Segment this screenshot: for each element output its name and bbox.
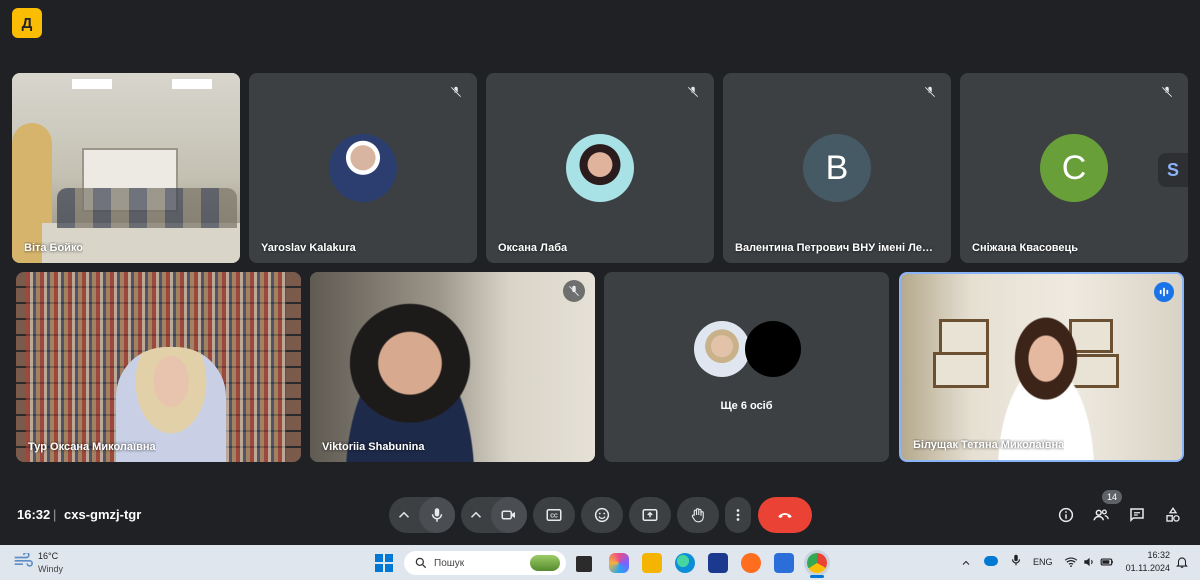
participant-name: Сніжана Квасовець	[972, 242, 1079, 254]
wifi-icon[interactable]	[1064, 555, 1078, 574]
present-button[interactable]	[629, 497, 671, 533]
mic-tray-icon[interactable]	[1009, 553, 1023, 572]
end-call-button[interactable]	[758, 497, 812, 533]
participant-name: Viktoriia Shabunina	[322, 441, 425, 453]
mic-icon[interactable]	[419, 497, 455, 533]
copilot-icon[interactable]	[609, 553, 629, 573]
meeting-info-button[interactable]	[1056, 505, 1076, 525]
participant-name: Yaroslav Kalakura	[261, 242, 356, 254]
chevron-up-icon[interactable]	[461, 506, 491, 524]
audio-control-group	[389, 497, 455, 533]
participant-name: Білущак Тетяна Миколаївна	[913, 439, 1065, 451]
video-control-group	[461, 497, 527, 533]
store-icon[interactable]	[774, 553, 794, 573]
chat-button[interactable]	[1127, 505, 1147, 525]
people-button[interactable]	[1091, 505, 1111, 525]
volume-icon[interactable]	[1082, 555, 1096, 574]
participant-tile-speaking[interactable]: Білущак Тетяна Миколаївна	[899, 272, 1184, 462]
activities-icon	[1166, 507, 1180, 522]
app-icon[interactable]	[708, 553, 728, 573]
participant-name: Віта Бойко	[24, 242, 84, 254]
participant-name: Валентина Петрович ВНУ імені Лесі У...	[735, 242, 935, 254]
participant-photo	[566, 134, 634, 202]
svg-text:CC: CC	[550, 514, 558, 520]
participant-avatar-letter: B	[803, 134, 871, 202]
mic-off-icon	[445, 81, 467, 103]
onedrive-icon[interactable]	[984, 556, 998, 566]
chat-icon	[1130, 508, 1144, 523]
others-label: Ще 6 осіб	[720, 400, 773, 412]
raise-hand-button[interactable]	[677, 497, 719, 533]
end-call-icon	[778, 513, 792, 518]
chevron-up-icon[interactable]	[960, 556, 972, 574]
participant-photo	[694, 321, 750, 377]
file-explorer-icon[interactable]	[642, 553, 662, 573]
meeting-time: 16:32	[17, 507, 51, 522]
mic-off-icon	[563, 280, 585, 302]
info-icon	[1058, 507, 1074, 523]
mic-off-icon	[682, 81, 704, 103]
participant-photo	[745, 321, 801, 377]
people-count-badge: 14	[1102, 490, 1122, 504]
camera-icon[interactable]	[491, 497, 527, 533]
side-panel-toggle-icon[interactable]: S	[1158, 153, 1188, 187]
edge-icon[interactable]	[675, 553, 695, 573]
weather-desc: Windy	[38, 564, 64, 574]
chevron-up-icon[interactable]	[389, 506, 419, 524]
people-group	[57, 188, 237, 228]
participant-photo	[329, 134, 397, 202]
ceiling-light	[72, 79, 112, 89]
battery-icon[interactable]	[1100, 555, 1114, 574]
browser-icon[interactable]	[741, 553, 761, 573]
ceiling-light	[172, 79, 212, 89]
participant-tile[interactable]: Тур Оксана Миколаївна	[16, 272, 301, 462]
reactions-button[interactable]	[581, 497, 623, 533]
emoji-icon	[594, 507, 610, 523]
weather-temp: 16°C	[38, 551, 59, 561]
meeting-code: cxs-gmzj-tgr	[64, 507, 142, 522]
more-icon	[736, 509, 740, 521]
participant-tile[interactable]: Viktoriia Shabunina	[310, 272, 595, 462]
task-view-icon[interactable]	[576, 556, 592, 572]
captions-button[interactable]: CC	[533, 497, 575, 533]
clock-time[interactable]: 16:32	[1130, 550, 1170, 560]
app-logo: Д	[12, 8, 42, 38]
raise-hand-icon	[691, 508, 704, 523]
people-icon	[1093, 509, 1109, 521]
participant-tile[interactable]: Yaroslav Kalakura	[249, 73, 477, 263]
notification-bell-icon[interactable]	[1175, 555, 1189, 574]
taskbar-search[interactable]: Пошук	[404, 551, 566, 575]
language-indicator[interactable]: ENG	[1033, 557, 1053, 567]
mic-off-icon	[1156, 81, 1178, 103]
present-icon	[642, 509, 658, 521]
participant-tile[interactable]: Віта Бойко	[12, 73, 240, 263]
person-silhouette	[966, 294, 1126, 460]
clock-date[interactable]: 01.11.2024	[1120, 563, 1170, 573]
speaking-indicator-icon	[1154, 282, 1174, 302]
search-icon	[415, 557, 427, 569]
participant-tile[interactable]: Оксана Лаба	[486, 73, 714, 263]
person-silhouette	[310, 272, 510, 462]
search-highlight-icon	[530, 555, 560, 571]
participant-avatar-letter: C	[1040, 134, 1108, 202]
weather-icon[interactable]	[13, 551, 33, 567]
more-options-button[interactable]	[725, 497, 751, 533]
windows-start-icon[interactable]	[375, 554, 393, 572]
chrome-icon[interactable]	[807, 553, 827, 573]
captions-icon: CC	[546, 509, 562, 521]
others-tile[interactable]: Ще 6 осіб	[604, 272, 889, 462]
active-app-indicator	[810, 575, 824, 578]
separator: |	[53, 507, 57, 522]
activities-button[interactable]	[1163, 505, 1183, 525]
participant-name: Тур Оксана Миколаївна	[28, 441, 156, 453]
search-placeholder: Пошук	[434, 557, 465, 569]
participant-name: Оксана Лаба	[498, 242, 568, 254]
participant-tile[interactable]: B Валентина Петрович ВНУ імені Лесі У...	[723, 73, 951, 263]
participant-tile[interactable]: C S Сніжана Квасовець	[960, 73, 1188, 263]
mic-off-icon	[919, 81, 941, 103]
